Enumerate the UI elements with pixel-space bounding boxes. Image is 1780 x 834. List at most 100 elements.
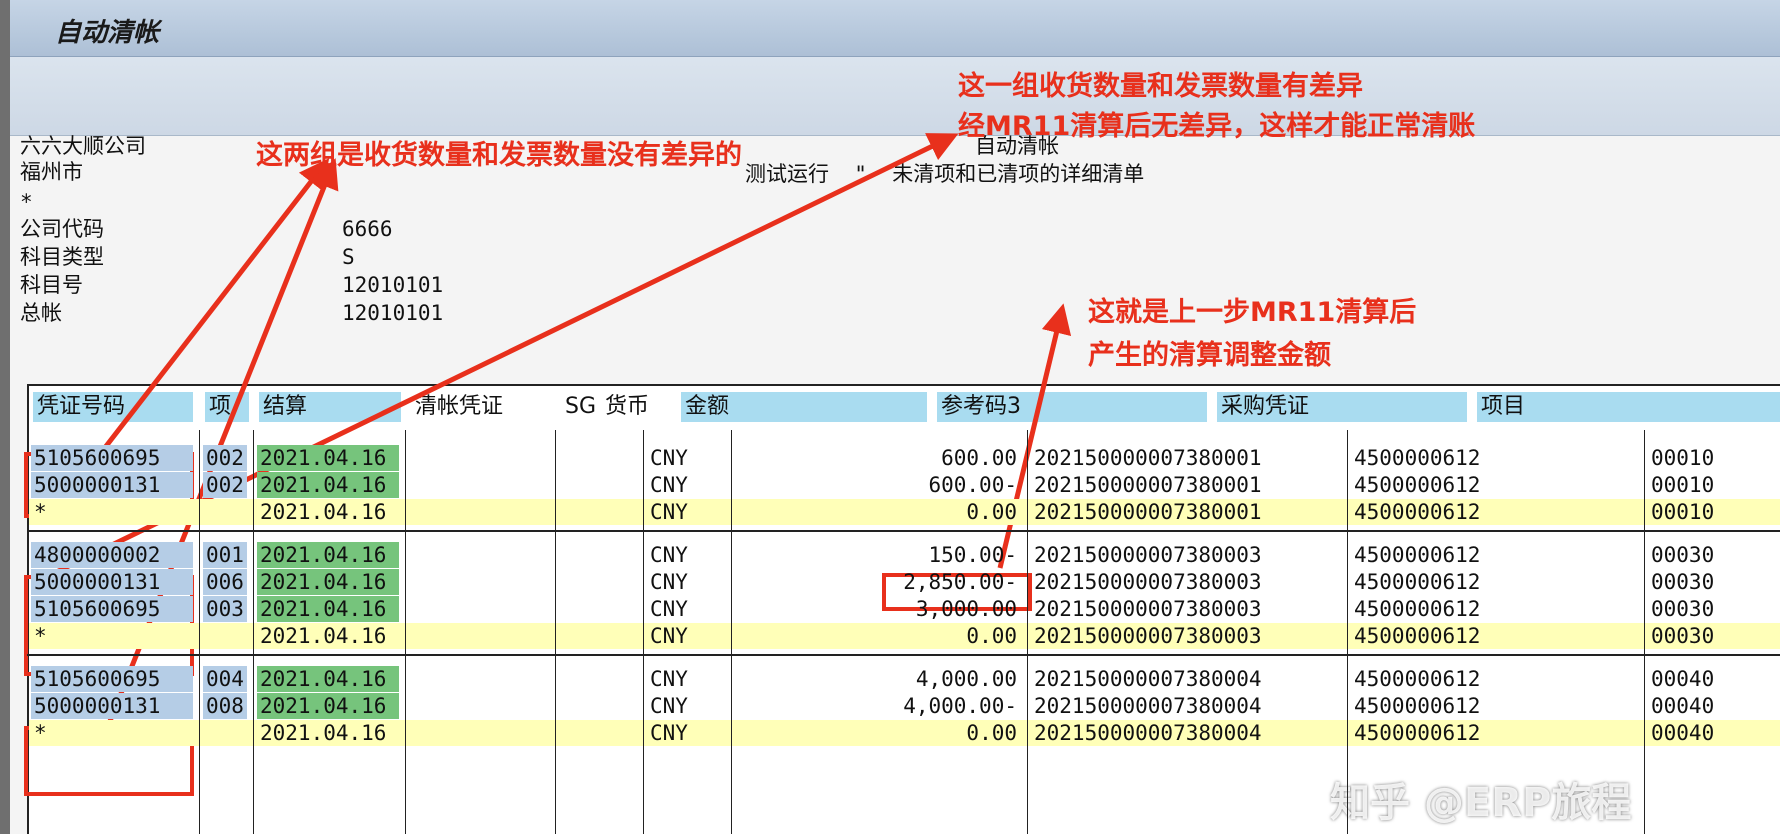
currency-cell[interactable]: CNY — [647, 569, 725, 595]
purchase-doc-cell[interactable]: 4500000612 — [1351, 542, 1641, 568]
currency-cell[interactable]: CNY — [647, 596, 725, 622]
reference3-cell[interactable]: 202150000007380001 — [1031, 499, 1343, 525]
sg-cell[interactable] — [559, 542, 589, 568]
clearing-date-cell[interactable]: 2021.04.16 — [257, 499, 399, 525]
po-item-cell[interactable]: 00010 — [1648, 445, 1774, 471]
item-cell[interactable]: 003 — [203, 596, 247, 622]
doc-number-cell[interactable]: 4800000002 — [31, 542, 193, 568]
amount-cell[interactable]: 3,000.00 — [735, 596, 1023, 622]
clearing-date-cell[interactable]: 2021.04.16 — [257, 569, 399, 595]
item-cell[interactable]: 006 — [203, 569, 247, 595]
item-cell[interactable] — [203, 720, 247, 746]
doc-number-cell[interactable]: 5105600695 — [31, 666, 193, 692]
currency-cell[interactable]: CNY — [647, 720, 725, 746]
clearing-doc-cell[interactable] — [409, 472, 549, 498]
po-item-cell[interactable]: 00040 — [1648, 693, 1774, 719]
sg-cell[interactable] — [559, 666, 589, 692]
currency-cell[interactable]: CNY — [647, 666, 725, 692]
purchase-doc-cell[interactable]: 4500000612 — [1351, 472, 1641, 498]
amount-cell[interactable]: 4,000.00 — [735, 666, 1023, 692]
doc-number-cell[interactable]: 5000000131 — [31, 693, 193, 719]
currency-cell[interactable]: CNY — [647, 499, 725, 525]
purchase-doc-cell[interactable]: 4500000612 — [1351, 623, 1641, 649]
clearing-date-cell[interactable]: 2021.04.16 — [257, 445, 399, 471]
item-cell[interactable]: 001 — [203, 542, 247, 568]
clearing-doc-cell[interactable] — [409, 445, 549, 471]
sg-cell[interactable] — [559, 693, 589, 719]
amount-cell[interactable]: 0.00 — [735, 720, 1023, 746]
purchase-doc-cell[interactable]: 4500000612 — [1351, 666, 1641, 692]
po-item-cell[interactable]: 00040 — [1648, 666, 1774, 692]
purchase-doc-cell[interactable]: 4500000612 — [1351, 693, 1641, 719]
doc-number-cell[interactable]: 5105600695 — [31, 445, 193, 471]
po-item-cell[interactable]: 00010 — [1648, 472, 1774, 498]
doc-number-cell[interactable]: * — [31, 623, 193, 649]
sg-cell[interactable] — [559, 445, 589, 471]
sg-cell[interactable] — [559, 720, 589, 746]
clearing-date-cell[interactable]: 2021.04.16 — [257, 623, 399, 649]
currency-cell[interactable]: CNY — [647, 472, 725, 498]
sg-cell[interactable] — [559, 596, 589, 622]
po-item-cell[interactable]: 00030 — [1648, 596, 1774, 622]
item-cell[interactable] — [203, 499, 247, 525]
item-cell[interactable]: 004 — [203, 666, 247, 692]
purchase-doc-cell[interactable]: 4500000612 — [1351, 720, 1641, 746]
clearing-doc-cell[interactable] — [409, 596, 549, 622]
purchase-doc-cell[interactable]: 4500000612 — [1351, 596, 1641, 622]
currency-cell[interactable]: CNY — [647, 693, 725, 719]
amount-cell[interactable]: 150.00- — [735, 542, 1023, 568]
doc-number-cell[interactable]: * — [31, 720, 193, 746]
sg-cell[interactable] — [559, 623, 589, 649]
reference3-cell[interactable]: 202150000007380001 — [1031, 445, 1343, 471]
doc-number-cell[interactable]: 5105600695 — [31, 596, 193, 622]
amount-cell[interactable]: 4,000.00- — [735, 693, 1023, 719]
po-item-cell[interactable]: 00030 — [1648, 623, 1774, 649]
clearing-date-cell[interactable]: 2021.04.16 — [257, 693, 399, 719]
amount-cell[interactable]: 600.00- — [735, 472, 1023, 498]
doc-number-cell[interactable]: 5000000131 — [31, 472, 193, 498]
po-item-cell[interactable]: 00030 — [1648, 569, 1774, 595]
po-item-cell[interactable]: 00010 — [1648, 499, 1774, 525]
clearing-date-cell[interactable]: 2021.04.16 — [257, 666, 399, 692]
clearing-doc-cell[interactable] — [409, 693, 549, 719]
amount-cell[interactable]: 600.00 — [735, 445, 1023, 471]
doc-number-cell[interactable]: * — [31, 499, 193, 525]
currency-cell[interactable]: CNY — [647, 623, 725, 649]
amount-cell[interactable]: 0.00 — [735, 623, 1023, 649]
reference3-cell[interactable]: 202150000007380004 — [1031, 666, 1343, 692]
clearing-doc-cell[interactable] — [409, 569, 549, 595]
clearing-date-cell[interactable]: 2021.04.16 — [257, 472, 399, 498]
clearing-doc-cell[interactable] — [409, 542, 549, 568]
amount-cell[interactable]: 0.00 — [735, 499, 1023, 525]
sg-cell[interactable] — [559, 499, 589, 525]
reference3-cell[interactable]: 202150000007380004 — [1031, 720, 1343, 746]
doc-number-cell[interactable]: 5000000131 — [31, 569, 193, 595]
clearing-doc-cell[interactable] — [409, 666, 549, 692]
clearing-date-cell[interactable]: 2021.04.16 — [257, 542, 399, 568]
item-cell[interactable]: 002 — [203, 445, 247, 471]
clearing-doc-cell[interactable] — [409, 499, 549, 525]
reference3-cell[interactable]: 202150000007380003 — [1031, 542, 1343, 568]
sg-cell[interactable] — [559, 569, 589, 595]
amount-cell[interactable]: 2,850.00- — [735, 569, 1023, 595]
clearing-doc-cell[interactable] — [409, 720, 549, 746]
po-item-cell[interactable]: 00040 — [1648, 720, 1774, 746]
currency-cell[interactable]: CNY — [647, 542, 725, 568]
reference3-cell[interactable]: 202150000007380003 — [1031, 596, 1343, 622]
item-cell[interactable]: 002 — [203, 472, 247, 498]
currency-cell[interactable]: CNY — [647, 445, 725, 471]
sg-cell[interactable] — [559, 472, 589, 498]
item-cell[interactable] — [203, 623, 247, 649]
item-cell[interactable]: 008 — [203, 693, 247, 719]
purchase-doc-cell[interactable]: 4500000612 — [1351, 569, 1641, 595]
clearing-doc-cell[interactable] — [409, 623, 549, 649]
po-item-cell[interactable]: 00030 — [1648, 542, 1774, 568]
purchase-doc-cell[interactable]: 4500000612 — [1351, 445, 1641, 471]
reference3-cell[interactable]: 202150000007380001 — [1031, 472, 1343, 498]
reference3-cell[interactable]: 202150000007380003 — [1031, 569, 1343, 595]
purchase-doc-cell[interactable]: 4500000612 — [1351, 499, 1641, 525]
reference3-cell[interactable]: 202150000007380003 — [1031, 623, 1343, 649]
reference3-cell[interactable]: 202150000007380004 — [1031, 693, 1343, 719]
clearing-date-cell[interactable]: 2021.04.16 — [257, 596, 399, 622]
clearing-date-cell[interactable]: 2021.04.16 — [257, 720, 399, 746]
